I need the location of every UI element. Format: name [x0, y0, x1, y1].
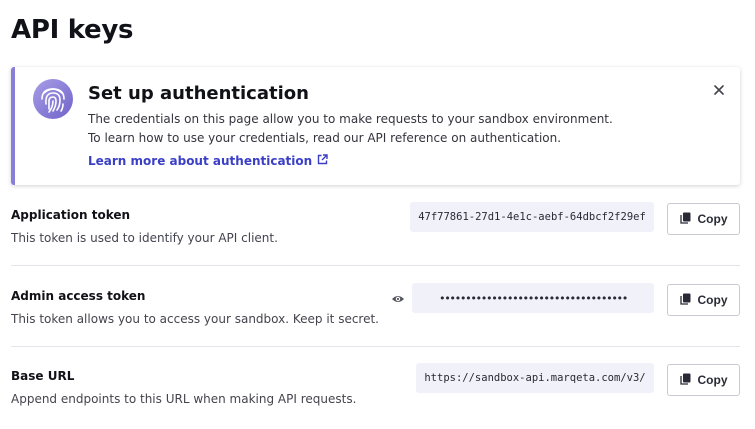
- banner-body-text: The credentials on this page allow you t…: [88, 112, 613, 145]
- copy-label: Copy: [697, 373, 728, 387]
- copy-icon: [679, 373, 691, 388]
- banner-title: Set up authentication: [88, 83, 309, 104]
- copy-admin-access-token-button[interactable]: Copy: [667, 284, 740, 316]
- copy-label: Copy: [697, 293, 728, 307]
- admin-access-token-row: Admin access token This token allows you…: [11, 283, 740, 349]
- base-url-value[interactable]: https://sandbox-api.marqeta.com/v3/: [416, 363, 654, 393]
- admin-access-token-value[interactable]: ••••••••••••••••••••••••••••••••••••: [412, 283, 654, 313]
- close-banner-button[interactable]: [710, 81, 728, 99]
- application-token-value[interactable]: 47f77861-27d1-4e1c-aebf-64dbcf2f29ef: [410, 202, 654, 232]
- admin-access-token-label: Admin access token: [11, 289, 146, 303]
- auth-info-banner: Set up authentication The credentials on…: [11, 67, 740, 185]
- copy-application-token-button[interactable]: Copy: [667, 203, 740, 235]
- divider: [11, 346, 740, 347]
- show-token-eye-icon[interactable]: [391, 291, 405, 305]
- learn-more-auth-link[interactable]: Learn more about authentication: [88, 154, 328, 168]
- copy-base-url-button[interactable]: Copy: [667, 364, 740, 396]
- external-link-icon: [317, 154, 328, 168]
- page-title: API keys: [11, 15, 134, 45]
- divider: [11, 265, 740, 266]
- copy-label: Copy: [697, 212, 728, 226]
- base-url-description: Append endpoints to this URL when making…: [11, 392, 357, 406]
- application-token-label: Application token: [11, 208, 131, 222]
- base-url-label: Base URL: [11, 369, 75, 383]
- base-url-row: Base URL Append endpoints to this URL wh…: [11, 363, 740, 429]
- copy-icon: [679, 293, 691, 308]
- admin-access-token-description: This token allows you to access your san…: [11, 312, 379, 326]
- link-label: Learn more about authentication: [88, 154, 313, 168]
- fingerprint-icon: [32, 78, 74, 120]
- close-icon: [714, 85, 724, 95]
- application-token-row: Application token This token is used to …: [11, 202, 740, 268]
- application-token-description: This token is used to identify your API …: [11, 231, 278, 245]
- copy-icon: [679, 212, 691, 227]
